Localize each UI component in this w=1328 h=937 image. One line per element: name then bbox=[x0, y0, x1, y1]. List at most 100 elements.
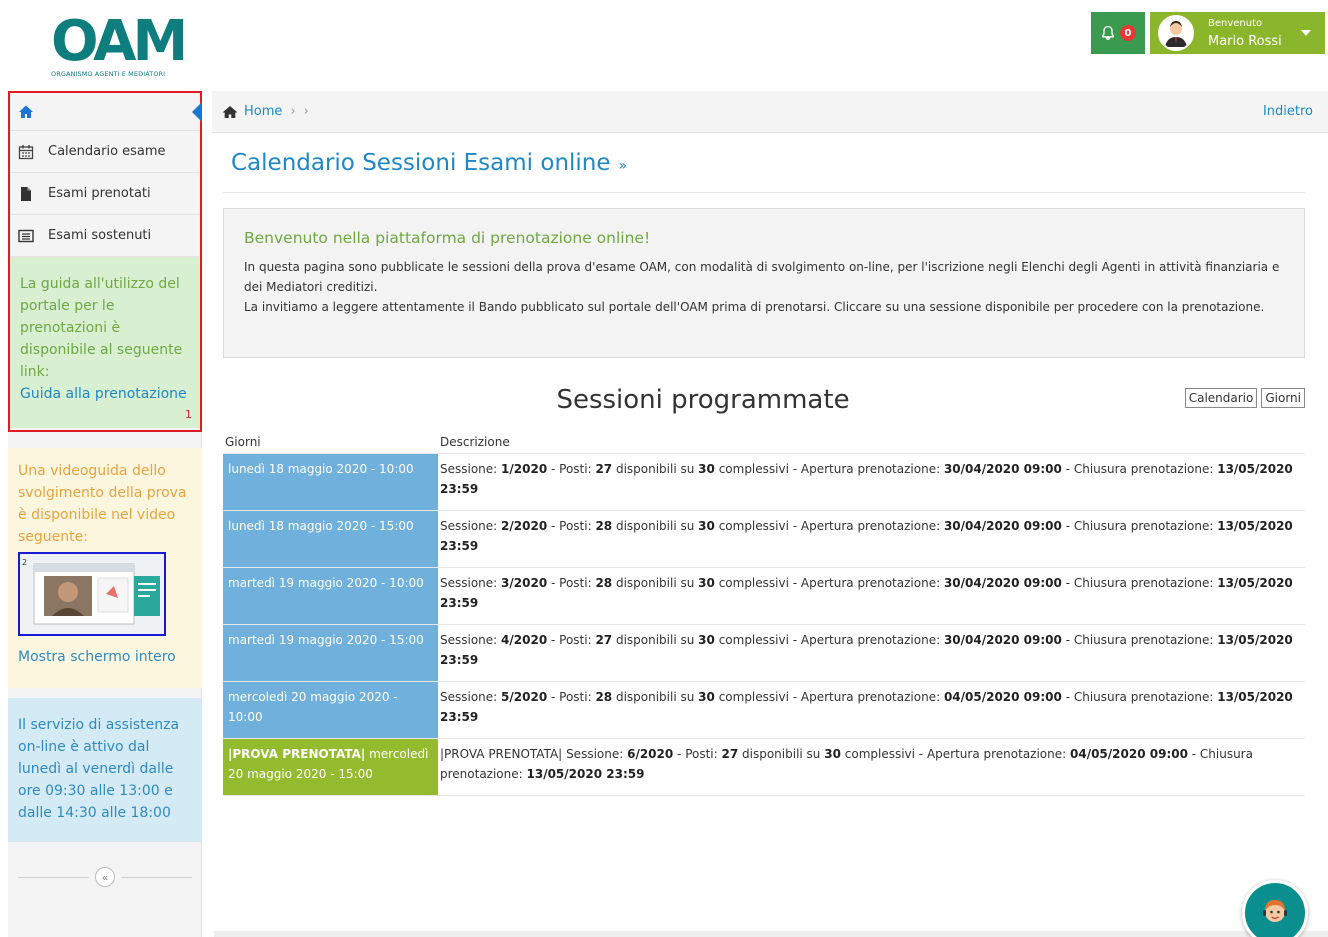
list-icon bbox=[18, 229, 34, 242]
session-day: lunedì 18 maggio 2020 - 15:00 bbox=[228, 518, 414, 533]
video-thumbnail[interactable]: 2 bbox=[18, 552, 166, 636]
session-value: 6/2020 bbox=[627, 746, 674, 761]
logo-mark: OAM bbox=[51, 9, 188, 74]
breadcrumb-home-label: Home bbox=[244, 104, 283, 119]
session-description: Sessione: 5/2020 - Posti: 28 disponibili… bbox=[438, 681, 1305, 739]
notifications-button[interactable]: 0 bbox=[1091, 12, 1145, 54]
session-day-cell[interactable]: mercoledì 20 maggio 2020 - 10:00 bbox=[223, 681, 438, 739]
column-header-description: Descrizione bbox=[438, 432, 1305, 454]
user-menu-button[interactable]: Benvenuto Mario Rossi bbox=[1150, 12, 1325, 54]
sidebar-item-calendario[interactable]: Calendario esame bbox=[10, 131, 200, 173]
session-value: 27 bbox=[721, 746, 739, 761]
session-value: 28 bbox=[595, 518, 613, 533]
calendar-icon bbox=[18, 144, 34, 159]
breadcrumb: Home › › Indietro bbox=[212, 91, 1328, 133]
session-value: 30/04/2020 09:00 bbox=[943, 575, 1062, 590]
guide-text: La guida all'utilizzo del portale per le… bbox=[20, 276, 183, 380]
user-avatar-icon bbox=[1160, 17, 1192, 49]
table-header-row: Giorni Descrizione bbox=[223, 432, 1305, 454]
notification-count-badge: 0 bbox=[1120, 25, 1136, 41]
fullscreen-link[interactable]: Mostra schermo intero bbox=[18, 646, 192, 668]
divider bbox=[223, 192, 1305, 193]
session-day-cell[interactable]: martedì 19 maggio 2020 - 15:00 bbox=[223, 624, 438, 682]
session-value: 30/04/2020 09:00 bbox=[943, 518, 1062, 533]
session-value: 30 bbox=[824, 746, 841, 761]
table-row[interactable]: mercoledì 20 maggio 2020 - 10:00 Sessione… bbox=[223, 681, 1305, 739]
session-description: Sessione: 3/2020 - Posti: 28 disponibili… bbox=[438, 567, 1305, 625]
chat-support-button[interactable] bbox=[1242, 880, 1308, 937]
breadcrumb-separator: › bbox=[290, 104, 296, 119]
page-title: Calendario Sessioni Esami online » bbox=[231, 150, 627, 176]
title-suffix: » bbox=[618, 158, 628, 174]
sessions-table-body: lunedì 18 maggio 2020 - 10:00 Sessione: 1… bbox=[223, 453, 1305, 796]
sidebar-active-arrow bbox=[192, 102, 202, 122]
user-name: Mario Rossi bbox=[1208, 34, 1282, 49]
sidebar-item-label: Calendario esame bbox=[48, 144, 166, 159]
home-icon bbox=[222, 105, 238, 118]
bell-icon bbox=[1101, 25, 1115, 40]
divider bbox=[121, 876, 192, 878]
session-value: 30 bbox=[698, 518, 715, 533]
sidebar-item-sostenuti[interactable]: Esami sostenuti bbox=[10, 215, 200, 257]
session-value: 30/04/2020 09:00 bbox=[943, 632, 1062, 647]
breadcrumb-home[interactable]: Home bbox=[222, 104, 282, 119]
footer-bar bbox=[214, 931, 1328, 937]
collapse-sidebar-button[interactable]: « bbox=[95, 867, 115, 887]
sidebar: Calendario esame Esami prenotati Esami s… bbox=[8, 91, 202, 937]
session-day-cell[interactable]: lunedì 18 maggio 2020 - 10:00 bbox=[223, 453, 438, 511]
header: OAM ORGANISMO AGENTI E MEDIATORI 0 Benve… bbox=[0, 0, 1328, 91]
session-value: 5/2020 bbox=[501, 689, 548, 704]
booked-label: |PROVA PRENOTATA| bbox=[440, 746, 563, 761]
video-text: Una videoguida dello svolgimento della p… bbox=[18, 463, 187, 545]
session-day-cell[interactable]: martedì 19 maggio 2020 - 10:00 bbox=[223, 567, 438, 625]
sessions-title: Sessioni programmate bbox=[556, 385, 850, 415]
sidebar-highlight-box: Calendario esame Esami prenotati Esami s… bbox=[8, 91, 202, 432]
table-row[interactable]: |PROVA PRENOTATA| mercoledì 20 maggio 20… bbox=[223, 738, 1305, 796]
session-value: 27 bbox=[595, 632, 613, 647]
video-annotation-number: 2 bbox=[22, 558, 28, 567]
session-day: mercoledì 20 maggio 2020 - 10:00 bbox=[228, 689, 398, 724]
table-row[interactable]: martedì 19 maggio 2020 - 15:00 Sessione: … bbox=[223, 624, 1305, 682]
session-day-cell[interactable]: |PROVA PRENOTATA| mercoledì 20 maggio 20… bbox=[223, 738, 438, 796]
guide-box: La guida all'utilizzo del portale per le… bbox=[10, 257, 200, 428]
booked-label: |PROVA PRENOTATA| bbox=[228, 746, 366, 761]
session-value: 3/2020 bbox=[501, 575, 548, 590]
session-value: 28 bbox=[595, 689, 613, 704]
back-link[interactable]: Indietro bbox=[1263, 104, 1313, 119]
session-description: Sessione: 1/2020 - Posti: 27 disponibili… bbox=[438, 453, 1305, 511]
session-value: 13/05/2020 23:59 bbox=[440, 689, 1293, 724]
session-day: martedì 19 maggio 2020 - 15:00 bbox=[228, 632, 424, 647]
oam-logo[interactable]: OAM ORGANISMO AGENTI E MEDIATORI bbox=[51, 9, 188, 84]
guide-link[interactable]: Guida alla prenotazione bbox=[20, 383, 190, 405]
session-value: 13/05/2020 23:59 bbox=[440, 461, 1293, 496]
welcome-paragraph-1: In questa pagina sono pubblicate le sess… bbox=[244, 260, 1280, 294]
table-row[interactable]: lunedì 18 maggio 2020 - 15:00 Sessione: 2… bbox=[223, 510, 1305, 568]
sidebar-home[interactable] bbox=[10, 93, 202, 131]
breadcrumb-separator: › bbox=[303, 104, 309, 119]
sidebar-item-label: Esami sostenuti bbox=[48, 228, 152, 243]
session-value: 2/2020 bbox=[501, 518, 548, 533]
welcome-text: In questa pagina sono pubblicate le sess… bbox=[244, 257, 1284, 317]
session-value: 4/2020 bbox=[501, 632, 548, 647]
table-row[interactable]: lunedì 18 maggio 2020 - 10:00 Sessione: 1… bbox=[223, 453, 1305, 511]
session-value: 13/05/2020 23:59 bbox=[526, 766, 645, 781]
session-description: Sessione: 2/2020 - Posti: 28 disponibili… bbox=[438, 510, 1305, 568]
chevron-down-icon bbox=[1301, 30, 1311, 36]
welcome-box: Benvenuto nella piattaforma di prenotazi… bbox=[223, 208, 1305, 358]
avatar bbox=[1158, 15, 1194, 51]
session-description: |PROVA PRENOTATA| Sessione: 6/2020 - Pos… bbox=[438, 738, 1305, 796]
welcome-title: Benvenuto nella piattaforma di prenotazi… bbox=[244, 229, 651, 247]
assistance-text: Il servizio di assistenza on-line è atti… bbox=[18, 717, 180, 821]
page-title-text: Calendario Sessioni Esami online bbox=[231, 150, 611, 176]
days-view-button[interactable]: Giorni bbox=[1261, 388, 1305, 408]
sessions-table: Giorni Descrizione lunedì 18 maggio 2020… bbox=[223, 432, 1305, 796]
file-icon bbox=[21, 186, 31, 201]
session-value: 30 bbox=[698, 461, 715, 476]
session-day-cell[interactable]: lunedì 18 maggio 2020 - 15:00 bbox=[223, 510, 438, 568]
calendar-view-button[interactable]: Calendario bbox=[1184, 388, 1258, 408]
user-welcome: Benvenuto bbox=[1208, 18, 1263, 29]
table-row[interactable]: martedì 19 maggio 2020 - 10:00 Sessione: … bbox=[223, 567, 1305, 625]
session-value: 13/05/2020 23:59 bbox=[440, 575, 1293, 610]
session-description: Sessione: 4/2020 - Posti: 27 disponibili… bbox=[438, 624, 1305, 682]
sidebar-item-prenotati[interactable]: Esami prenotati bbox=[10, 173, 200, 215]
